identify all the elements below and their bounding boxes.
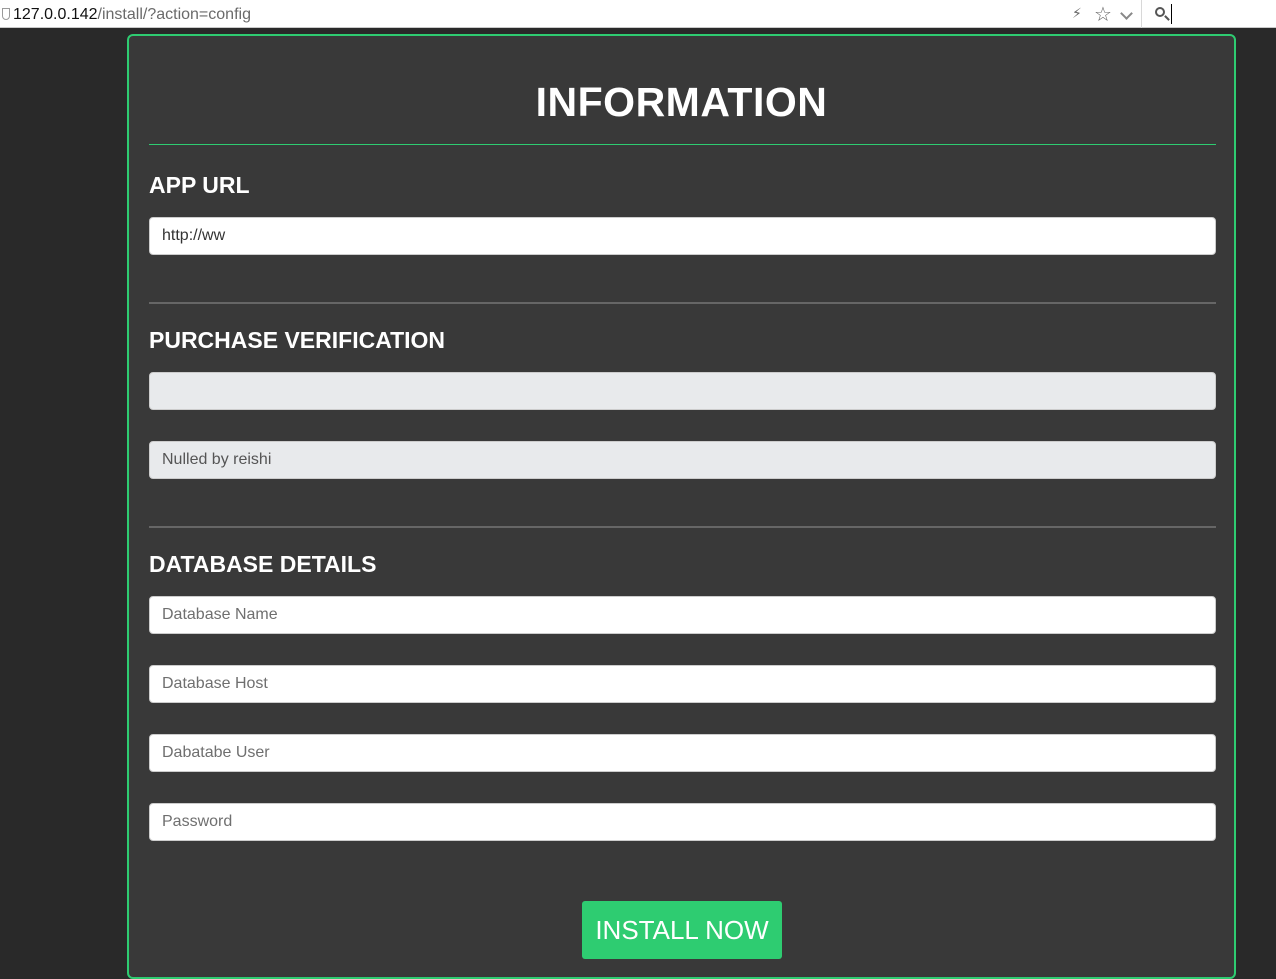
- section-divider: [149, 302, 1216, 304]
- bolt-icon[interactable]: ⚡: [1072, 5, 1082, 22]
- url-bar[interactable]: 127.0.0.142/install/?action=config ⚡ ☆: [0, 0, 1142, 28]
- chevron-down-icon[interactable]: [1120, 7, 1133, 20]
- shield-icon: [2, 8, 10, 20]
- purchase-code-input[interactable]: [149, 372, 1216, 410]
- install-now-button[interactable]: INSTALL NOW: [582, 901, 782, 959]
- purchase-verification-heading: PURCHASE VERIFICATION: [149, 327, 446, 353]
- app-url-input[interactable]: [149, 217, 1216, 255]
- app-url-heading: APP URL: [149, 172, 250, 198]
- browser-address-bar: 127.0.0.142/install/?action=config ⚡ ☆: [0, 0, 1276, 28]
- database-details-heading: DATABASE DETAILS: [149, 551, 377, 577]
- title-divider: [149, 144, 1216, 145]
- browser-search-input[interactable]: [1171, 4, 1271, 24]
- url-text[interactable]: 127.0.0.142/install/?action=config: [13, 6, 251, 24]
- search-icon[interactable]: [1155, 7, 1165, 17]
- browser-search-box[interactable]: [1143, 0, 1276, 28]
- star-icon[interactable]: ☆: [1094, 2, 1112, 27]
- database-password-input[interactable]: [149, 803, 1216, 841]
- database-name-input[interactable]: [149, 596, 1216, 634]
- section-divider: [149, 526, 1216, 528]
- database-host-input[interactable]: [149, 665, 1216, 703]
- install-panel: INFORMATION APP URL PURCHASE VERIFICATIO…: [127, 34, 1236, 979]
- database-user-input[interactable]: [149, 734, 1216, 772]
- page-title: INFORMATION: [535, 79, 828, 125]
- url-host: 127.0.0.142: [13, 6, 98, 23]
- license-input[interactable]: [149, 441, 1216, 479]
- url-path: /install/?action=config: [97, 6, 251, 23]
